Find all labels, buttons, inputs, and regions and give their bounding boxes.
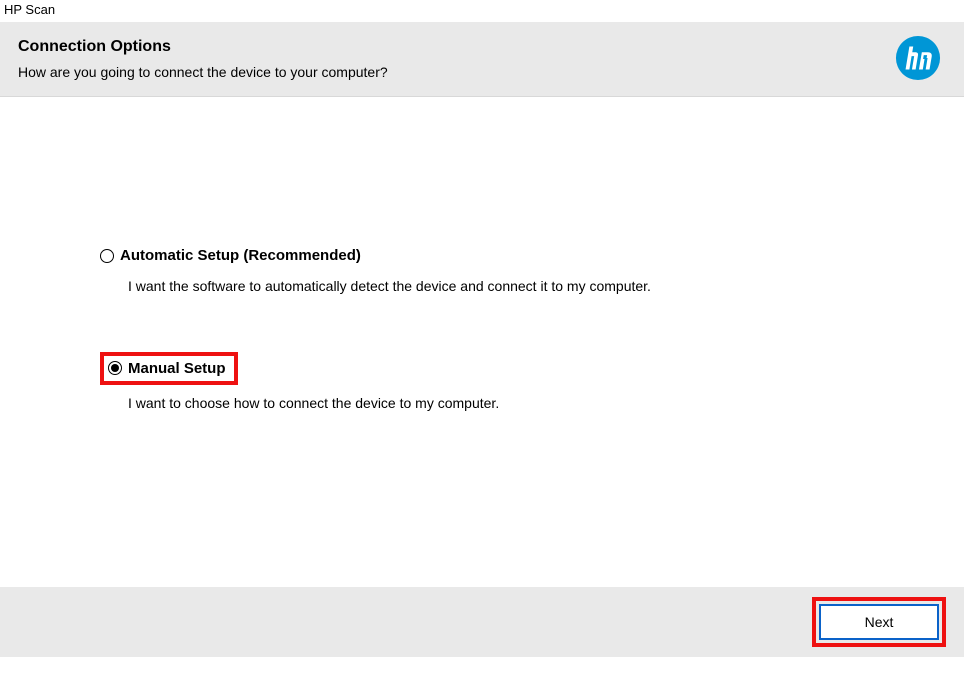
next-button[interactable]: Next bbox=[819, 604, 939, 640]
option-automatic-label: Automatic Setup (Recommended) bbox=[120, 247, 361, 264]
radio-automatic-setup[interactable]: Automatic Setup (Recommended) bbox=[100, 247, 361, 264]
option-manual-description: I want to choose how to connect the devi… bbox=[128, 395, 924, 411]
page-subtitle: How are you going to connect the device … bbox=[18, 64, 894, 80]
connection-options: Automatic Setup (Recommended) I want the… bbox=[100, 247, 924, 411]
option-manual-label: Manual Setup bbox=[128, 360, 226, 377]
hp-logo-icon bbox=[894, 34, 942, 82]
window-title: HP Scan bbox=[4, 2, 55, 17]
next-button-label: Next bbox=[865, 614, 894, 630]
header-text-block: Connection Options How are you going to … bbox=[18, 38, 894, 80]
window-titlebar: HP Scan bbox=[0, 0, 964, 22]
page-header: Connection Options How are you going to … bbox=[0, 22, 964, 97]
next-button-highlight: Next bbox=[812, 597, 946, 647]
radio-unchecked-icon bbox=[100, 249, 114, 263]
option-automatic-setup: Automatic Setup (Recommended) I want the… bbox=[100, 247, 924, 294]
option-manual-setup: Manual Setup I want to choose how to con… bbox=[100, 352, 924, 411]
content-panel: Automatic Setup (Recommended) I want the… bbox=[0, 97, 964, 587]
option-automatic-description: I want the software to automatically det… bbox=[128, 278, 924, 294]
radio-checked-icon bbox=[108, 361, 122, 375]
page-footer: Next bbox=[0, 587, 964, 657]
page-title: Connection Options bbox=[18, 38, 894, 56]
radio-manual-setup[interactable]: Manual Setup bbox=[100, 352, 238, 385]
